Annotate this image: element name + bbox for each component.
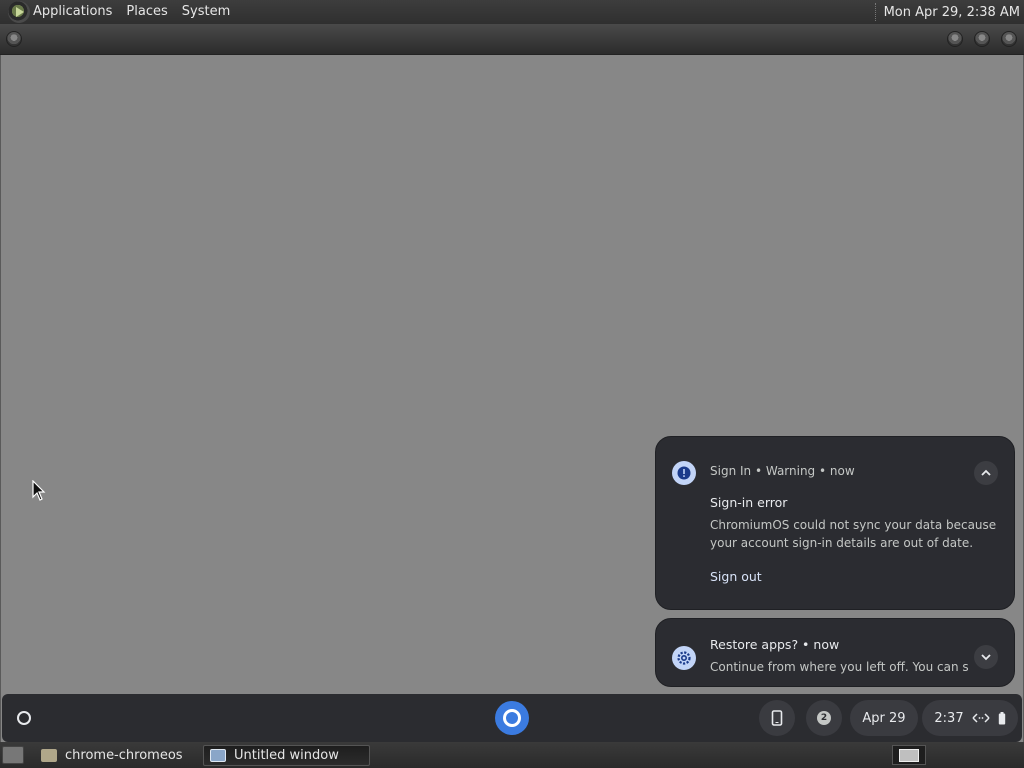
notification-header: Restore apps? • now [710, 637, 840, 652]
mouse-cursor-icon [32, 480, 46, 501]
workspace-switcher[interactable] [892, 745, 926, 765]
applications-logo-icon[interactable] [8, 1, 30, 23]
notification-title: Sign-in error [710, 495, 788, 510]
places-menu[interactable]: Places [119, 0, 174, 24]
folder-icon [41, 749, 57, 762]
chevron-down-icon [981, 654, 991, 661]
show-desktop-icon[interactable] [2, 746, 24, 764]
system-menu[interactable]: System [175, 0, 237, 24]
top-panel: Applications Places System Mon Apr 29, 2… [0, 0, 1024, 24]
sign-out-button[interactable]: Sign out [710, 569, 762, 584]
settings-icon [672, 646, 696, 670]
restore-apps-notification[interactable]: Restore apps? • now Continue from where … [655, 618, 1015, 687]
launcher-icon [17, 711, 31, 725]
window-icon [210, 749, 226, 762]
notification-count-badge: 2 [817, 711, 831, 725]
network-icon [972, 713, 990, 723]
panel-clock[interactable]: Mon Apr 29, 2:38 AM [884, 5, 1024, 20]
task-label: chrome-chromeos [65, 748, 183, 763]
close-button[interactable] [1001, 31, 1017, 47]
task-label: Untitled window [234, 748, 339, 763]
collapse-button[interactable] [974, 461, 998, 485]
chromeos-shelf: 2 Apr 29 2:37 [2, 694, 1022, 742]
bottom-panel: chrome-chromeos Untitled window [0, 742, 1024, 768]
workspace-thumbnail [899, 748, 919, 762]
window-menu-button[interactable] [6, 31, 22, 47]
taskbar-item-untitled-window[interactable]: Untitled window [203, 745, 370, 766]
notification-header: Sign In • Warning • now [710, 464, 855, 478]
notification-body: Continue from where you left off. You ca… [710, 660, 970, 674]
launcher-button[interactable] [8, 702, 40, 734]
window-titlebar[interactable] [0, 24, 1024, 55]
expand-button[interactable] [974, 645, 998, 669]
chevron-up-icon [981, 469, 991, 476]
taskbar-item-chrome-chromeos[interactable]: chrome-chromeos [35, 745, 197, 766]
phone-hub-button[interactable] [759, 700, 795, 736]
maximize-button[interactable] [974, 31, 990, 47]
signin-error-notification[interactable]: Sign In • Warning • now Sign-in error Ch… [655, 436, 1015, 610]
notification-body: ChromiumOS could not sync your data beca… [710, 518, 997, 550]
applications-menu[interactable]: Applications [33, 0, 119, 24]
status-area[interactable]: 2:37 [922, 700, 1018, 736]
alert-icon [672, 461, 696, 485]
phone-icon [771, 710, 783, 726]
date-tray[interactable]: Apr 29 [850, 700, 918, 736]
battery-icon [998, 711, 1005, 724]
panel-separator [874, 3, 878, 21]
chromium-app-icon[interactable] [495, 701, 529, 735]
notification-counter[interactable]: 2 [806, 700, 842, 736]
shelf-time: 2:37 [934, 710, 964, 726]
minimize-button[interactable] [947, 31, 963, 47]
